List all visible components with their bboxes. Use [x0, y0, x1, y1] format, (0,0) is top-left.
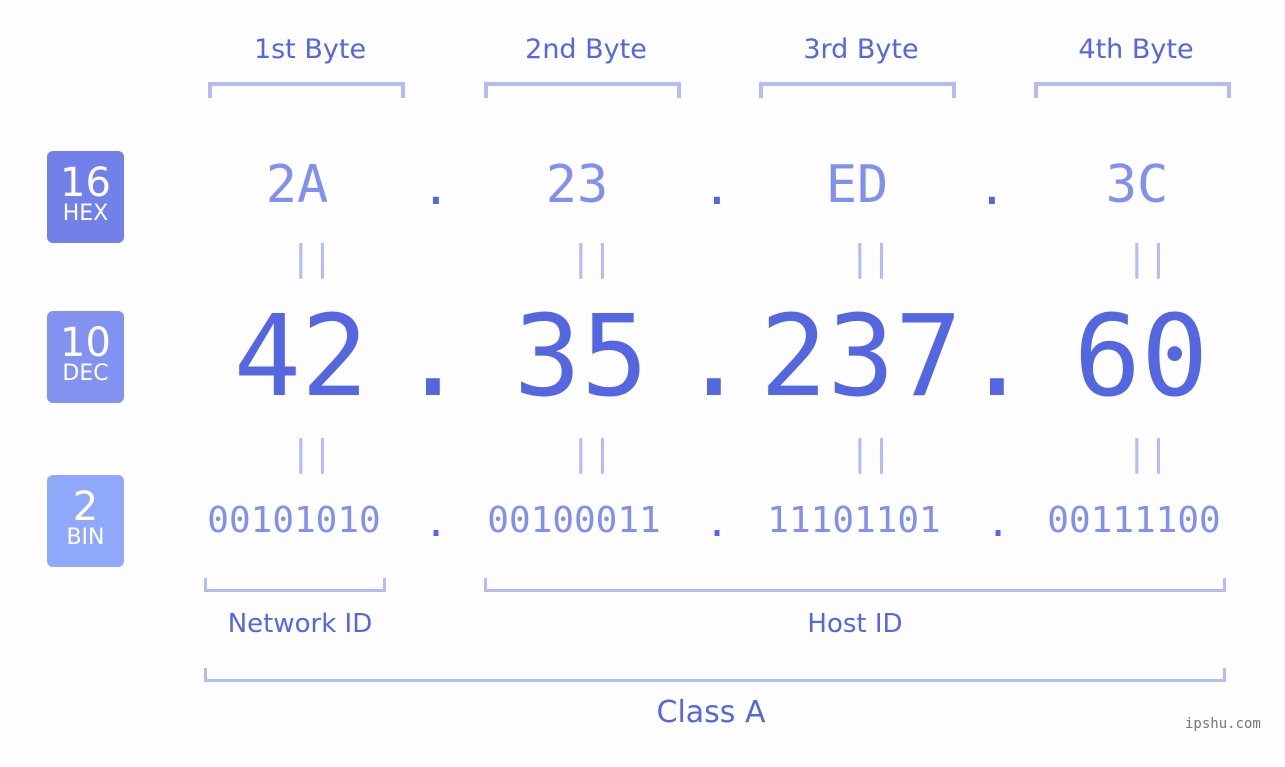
bin-byte-1: 00101010	[207, 500, 381, 541]
hex-separator-3: .	[977, 160, 1007, 216]
host-id-label: Host ID	[807, 609, 903, 639]
bin-byte-4: 00111100	[1047, 500, 1221, 541]
dec-separator-3: .	[963, 292, 1031, 422]
dec-badge-label: DEC	[62, 361, 109, 386]
dec-byte-4: 60	[1073, 292, 1209, 422]
bin-byte-2: 00100011	[487, 500, 661, 541]
byte-bracket-3	[759, 82, 956, 98]
hex-badge-label: HEX	[62, 201, 109, 226]
hex-separator-2: .	[702, 160, 732, 216]
bin-badge-number: 2	[72, 484, 99, 530]
hex-badge: 16 HEX	[47, 151, 124, 243]
hex-byte-2: 23	[545, 155, 609, 215]
dec-separator-1: .	[399, 292, 467, 422]
bin-separator-1: .	[423, 500, 449, 546]
byte-label-4: 4th Byte	[1078, 34, 1194, 65]
equals-sign: ||	[570, 238, 614, 279]
bin-badge-label: BIN	[66, 525, 105, 550]
byte-bracket-4	[1034, 82, 1231, 98]
equals-sign: ||	[849, 238, 893, 279]
class-label: Class A	[656, 695, 766, 730]
dec-byte-2: 35	[513, 292, 649, 422]
byte-bracket-1	[208, 82, 405, 98]
bin-separator-3: .	[985, 500, 1011, 546]
host-id-bracket	[484, 578, 1226, 592]
class-bracket	[204, 668, 1226, 682]
bin-byte-3: 11101101	[767, 500, 941, 541]
dec-byte-1: 42	[233, 292, 369, 422]
watermark: ipshu.com	[1185, 716, 1261, 732]
hex-byte-1: 2A	[265, 155, 329, 215]
dec-badge: 10 DEC	[47, 311, 124, 403]
equals-sign: ||	[1126, 433, 1170, 474]
hex-byte-3: ED	[825, 155, 889, 215]
network-id-label: Network ID	[227, 609, 373, 639]
equals-sign: ||	[1126, 238, 1170, 279]
equals-sign: ||	[849, 433, 893, 474]
hex-separator-1: .	[421, 160, 451, 216]
network-id-bracket	[204, 578, 386, 592]
dec-badge-number: 10	[60, 320, 111, 366]
equals-sign: ||	[290, 433, 334, 474]
equals-sign: ||	[290, 238, 334, 279]
byte-label-1: 1st Byte	[253, 34, 367, 65]
bin-badge: 2 BIN	[47, 475, 124, 567]
bin-separator-2: .	[704, 500, 730, 546]
dec-separator-2: .	[680, 292, 748, 422]
byte-label-3: 3rd Byte	[803, 34, 919, 65]
hex-badge-number: 16	[60, 160, 111, 206]
byte-bracket-2	[484, 82, 681, 98]
hex-byte-4: 3C	[1105, 155, 1169, 215]
equals-sign: ||	[570, 433, 614, 474]
dec-byte-3: 237	[759, 292, 963, 422]
byte-label-2: 2nd Byte	[525, 34, 647, 65]
